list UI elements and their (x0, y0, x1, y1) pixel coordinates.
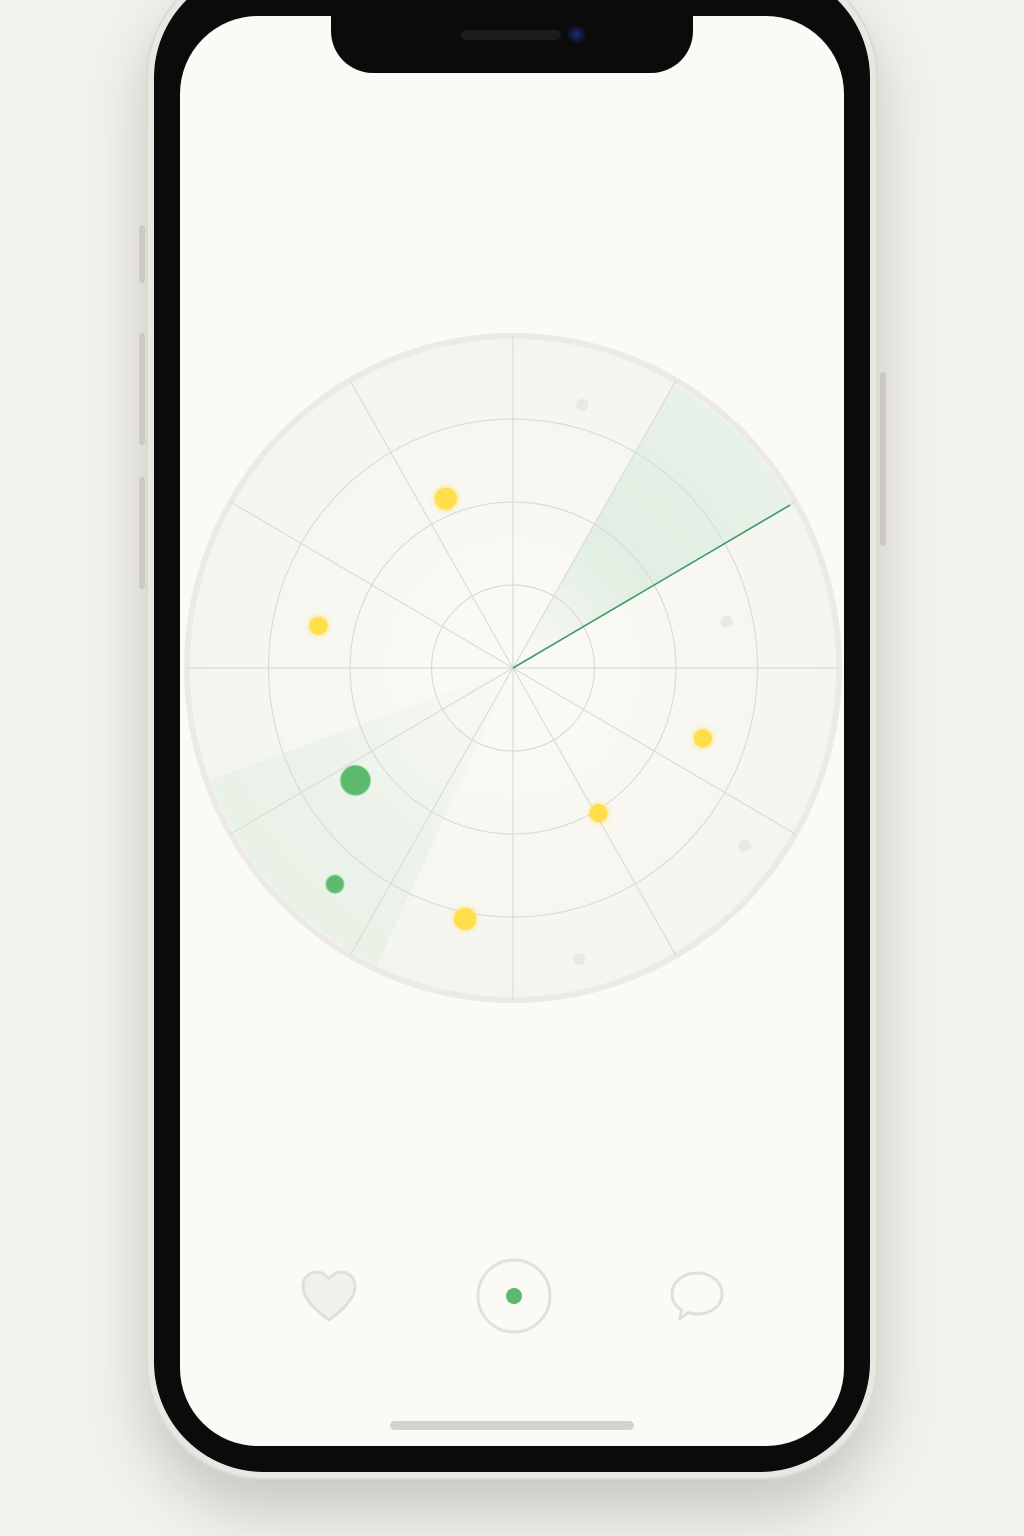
radar-blip-faint (720, 615, 733, 628)
nav-radar-button[interactable] (474, 1256, 554, 1336)
radar-blip-yellow (454, 907, 477, 930)
volume-up-button (139, 333, 145, 445)
silent-switch (139, 225, 145, 283)
radar-view (184, 333, 842, 1003)
radar-blip-faint (576, 399, 589, 412)
radar-blip-green (339, 764, 372, 797)
radar-blip-yellow (434, 487, 457, 510)
radar-dot-icon (476, 1258, 552, 1334)
nav-messages-button[interactable] (657, 1256, 737, 1336)
radar-blip-green (325, 874, 345, 894)
radar-blip-yellow (309, 616, 328, 635)
radar-blip-faint (738, 839, 751, 852)
radar-blip-faint (573, 953, 586, 966)
phone-screen (180, 16, 844, 1446)
radar-blip-yellow (589, 804, 608, 823)
chat-bubble-icon (670, 1271, 724, 1321)
power-button (880, 372, 886, 546)
heart-icon (301, 1270, 357, 1322)
stage (0, 0, 1024, 1536)
bottom-navigation (180, 1256, 844, 1336)
radar-group (184, 333, 842, 1003)
nav-favorites-button[interactable] (289, 1256, 369, 1336)
radar-blip-yellow (693, 729, 712, 748)
volume-down-button (139, 477, 145, 589)
home-indicator[interactable] (390, 1421, 634, 1430)
